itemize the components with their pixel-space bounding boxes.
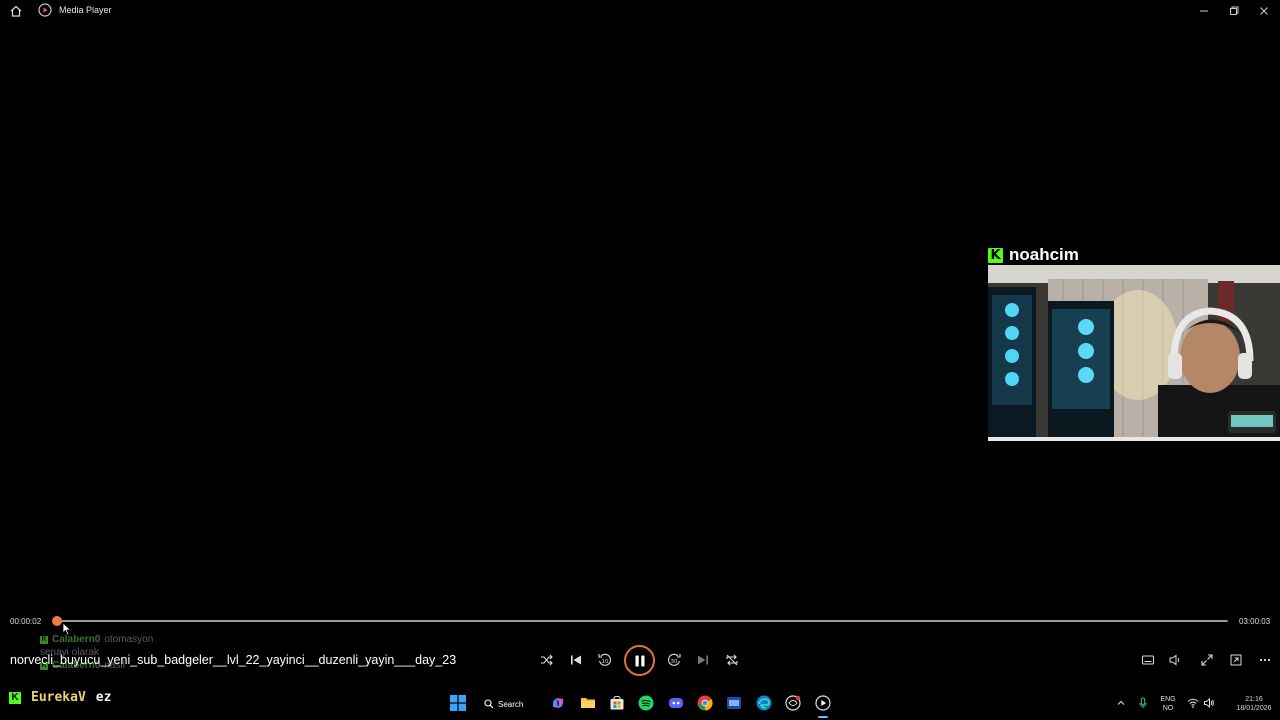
- kick-logo-icon: K: [988, 247, 1003, 263]
- language-label: ENG: [1160, 696, 1176, 703]
- taskbar-search[interactable]: Search: [484, 695, 536, 713]
- language-indicator[interactable]: ENG NO: [1156, 695, 1180, 713]
- clock-date: 18/01/2026: [1236, 705, 1272, 712]
- forward-30-button[interactable]: 30: [665, 651, 683, 669]
- volume-icon[interactable]: [1166, 651, 1184, 669]
- media-player-taskbar-icon[interactable]: [814, 694, 832, 712]
- clock[interactable]: 21:16 18/01/2026: [1236, 695, 1272, 713]
- chat-username: EurekaV: [31, 690, 86, 705]
- taskbar-chat-line: K EurekaV ez: [9, 690, 111, 705]
- chat-message-text: otomasyon: [104, 634, 154, 645]
- window-title: Media Player: [59, 5, 112, 15]
- chrome-icon[interactable]: [696, 694, 714, 712]
- svg-text:30: 30: [671, 659, 678, 665]
- close-button[interactable]: [1249, 0, 1279, 22]
- webcam-overlay: [988, 265, 1280, 441]
- windows-start-icon[interactable]: [449, 694, 467, 712]
- seek-bar-thumb[interactable]: [52, 616, 62, 626]
- miniplayer-button[interactable]: [1227, 651, 1245, 669]
- current-time: 00:00:02: [10, 617, 42, 626]
- total-time: 03:00:03: [1239, 617, 1271, 626]
- speaker-icon[interactable]: [1200, 694, 1218, 712]
- edge-icon[interactable]: [755, 694, 773, 712]
- shuffle-button[interactable]: [538, 651, 556, 669]
- pause-button[interactable]: [624, 645, 655, 676]
- svg-text:10: 10: [602, 659, 609, 665]
- streamer-name: noahcim: [1009, 245, 1079, 264]
- search-label: Search: [498, 699, 524, 709]
- previous-button[interactable]: [567, 651, 585, 669]
- rewind-10-button[interactable]: 10: [596, 651, 614, 669]
- minimize-button[interactable]: [1189, 0, 1219, 22]
- next-button[interactable]: [694, 651, 712, 669]
- more-options-icon[interactable]: [1256, 651, 1274, 669]
- browser-icon[interactable]: [784, 694, 802, 712]
- file-explorer-icon[interactable]: [579, 694, 597, 712]
- streamer-label: K noahcim: [988, 244, 1079, 266]
- fullscreen-button[interactable]: [1198, 651, 1216, 669]
- chat-message-text: ez: [95, 690, 112, 705]
- keyboard-layout-label: NO: [1162, 705, 1174, 712]
- restore-button[interactable]: [1219, 0, 1249, 22]
- title-bar: Media Player: [0, 0, 1280, 22]
- clock-time: 21:16: [1245, 696, 1263, 703]
- subtitles-button[interactable]: [1139, 651, 1157, 669]
- seek-bar[interactable]: [52, 620, 1228, 622]
- microsoft-store-icon[interactable]: [608, 694, 626, 712]
- microphone-icon[interactable]: [1134, 694, 1152, 712]
- chat-username: Calabern0: [52, 634, 101, 645]
- chat-message-row: K Calabern0 otomasyon: [40, 633, 153, 646]
- repeat-off-button[interactable]: [723, 651, 741, 669]
- media-player-app-icon: [38, 3, 52, 17]
- copilot-icon[interactable]: [549, 694, 567, 712]
- active-app-indicator: [818, 716, 828, 718]
- video-filename: norvecli_buyucu_yeni_sub_badgeler__lvl_2…: [10, 653, 457, 667]
- chevron-up-icon[interactable]: [1112, 694, 1130, 712]
- discord-icon[interactable]: [667, 694, 685, 712]
- kick-logo-icon: K: [9, 691, 21, 704]
- search-icon: [484, 699, 494, 709]
- home-icon[interactable]: [8, 3, 24, 19]
- media-app-icon[interactable]: [725, 694, 743, 712]
- spotify-icon[interactable]: [637, 694, 655, 712]
- kick-badge-icon: K: [40, 635, 48, 644]
